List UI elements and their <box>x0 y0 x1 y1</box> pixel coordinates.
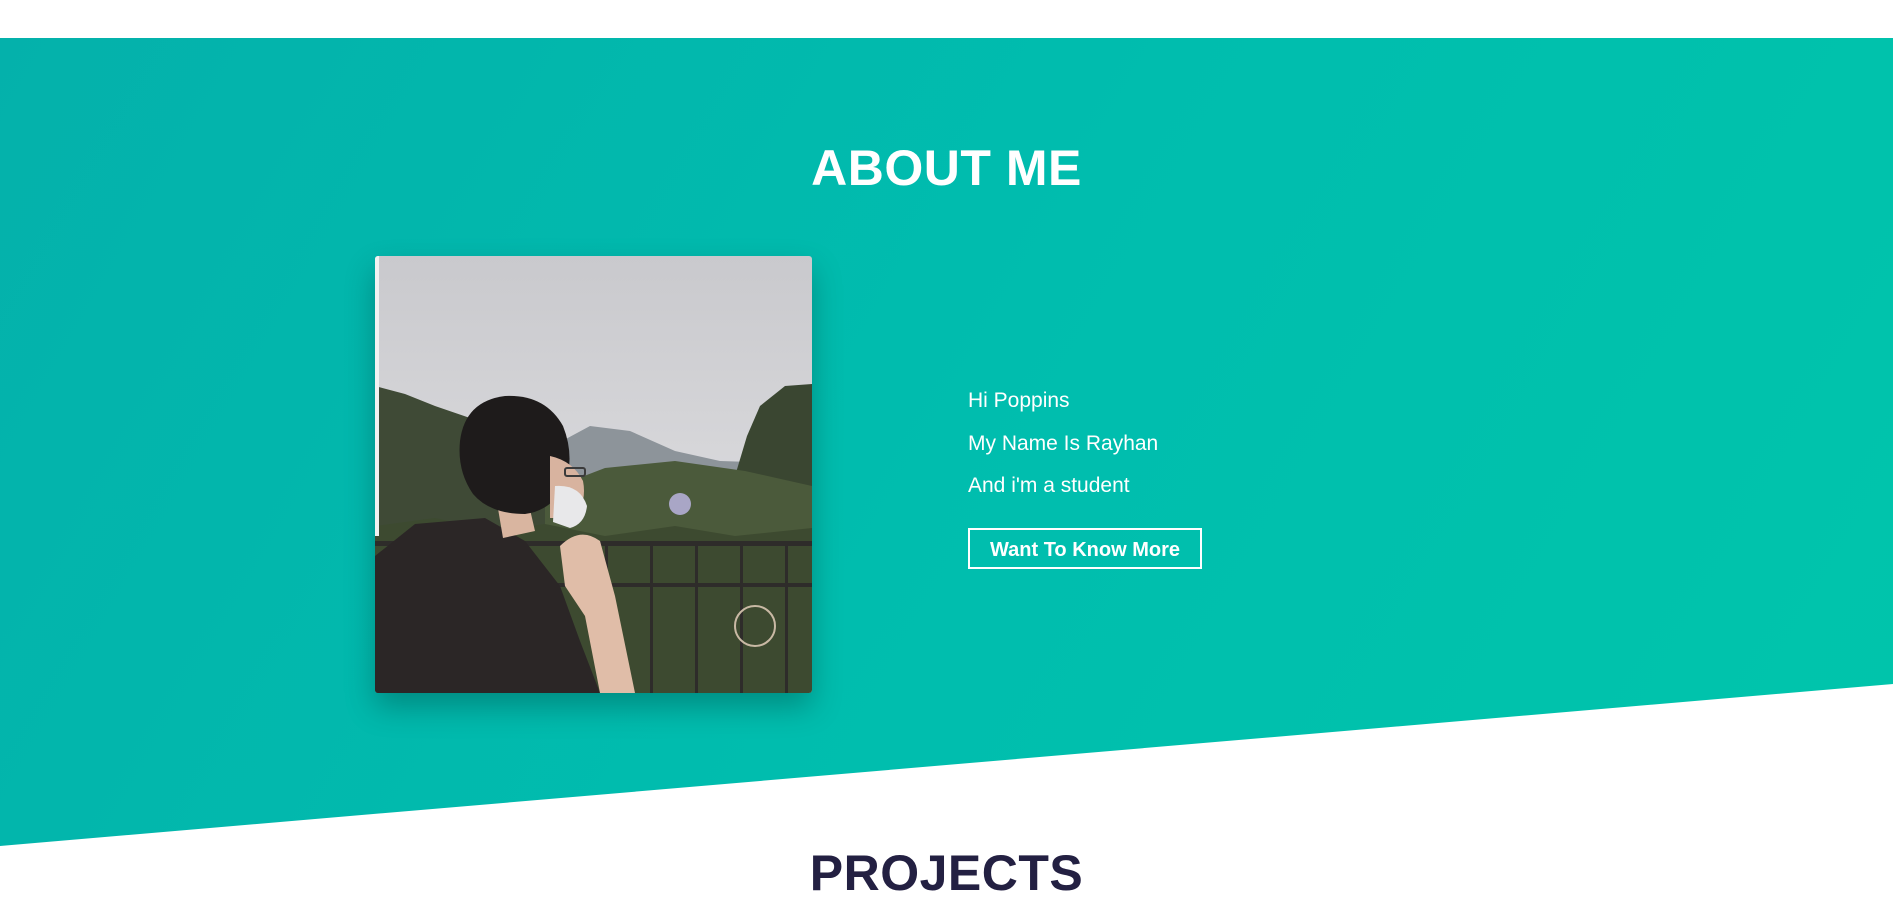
about-section: ABOUT ME Hi Poppins My Name Is Rayhan An… <box>0 38 1893 846</box>
projects-title: PROJECTS <box>809 845 1084 901</box>
name-text: My Name Is Rayhan <box>968 431 1159 455</box>
intro-block: Hi Poppins My Name Is Rayhan And i'm a s… <box>968 380 1202 569</box>
about-title: ABOUT ME <box>811 140 1082 196</box>
profile-photo <box>375 256 812 693</box>
want-to-know-more-button[interactable]: Want To Know More <box>968 527 1202 569</box>
page: ABOUT ME Hi Poppins My Name Is Rayhan An… <box>0 0 1893 902</box>
greeting-text: Hi Poppins <box>968 389 1070 412</box>
occupation-text: And i'm a student <box>968 474 1130 497</box>
